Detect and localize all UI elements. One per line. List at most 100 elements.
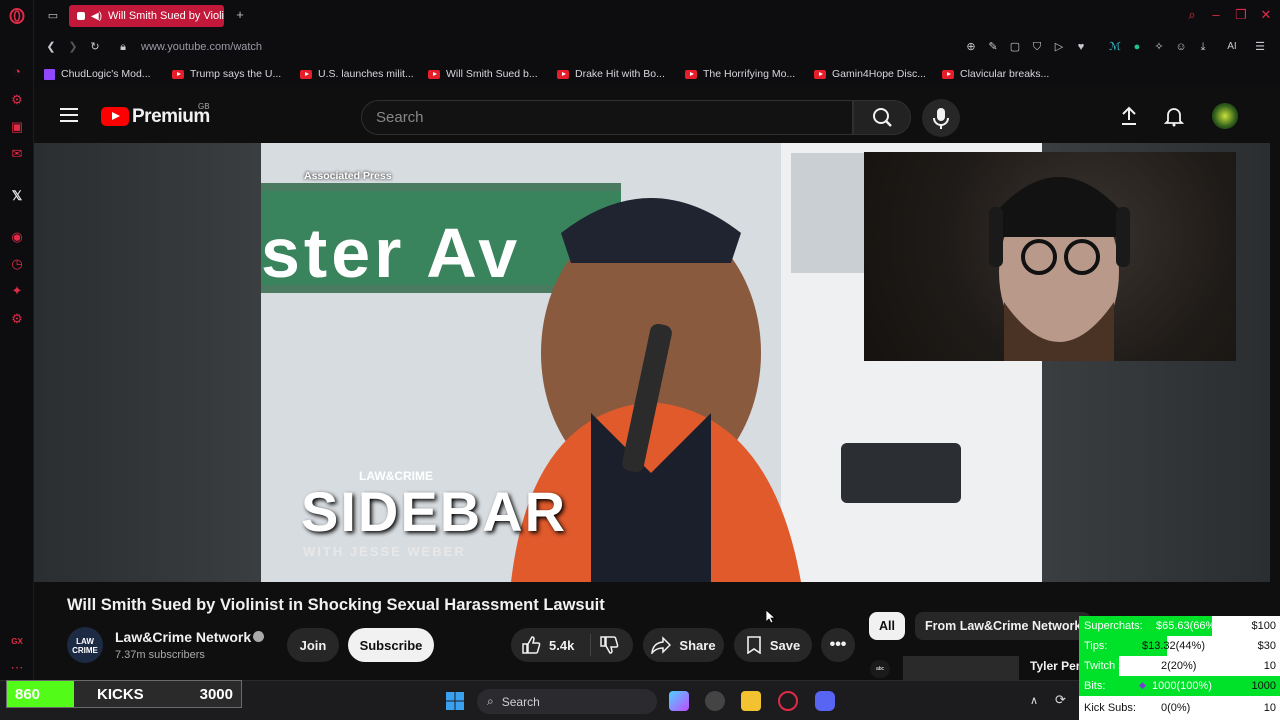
file-explorer-icon[interactable] xyxy=(741,691,761,711)
player-sidebar-icon[interactable]: ◉ xyxy=(9,229,25,245)
gx-control-icon[interactable]: ⚙ xyxy=(9,92,25,108)
tray-chevron-icon[interactable]: ∧ xyxy=(1030,694,1038,707)
bookmark-item[interactable]: ChudLogic's Mod... xyxy=(44,68,151,80)
discord-icon[interactable] xyxy=(815,691,835,711)
stat-label: Bits: xyxy=(1084,680,1106,692)
speaker-icon[interactable]: ◀) xyxy=(91,11,102,22)
bookmark-label: U.S. launches milit... xyxy=(318,68,414,80)
subscribe-button[interactable]: Subscribe xyxy=(348,628,434,662)
x-twitter-icon[interactable]: 𝕏 xyxy=(9,188,25,204)
ai-button[interactable]: AI xyxy=(1220,40,1244,54)
zoom-icon[interactable]: ⊕ xyxy=(964,40,978,54)
chip-all[interactable]: All xyxy=(869,612,905,640)
stat-goal: $100 xyxy=(1251,620,1276,632)
restore-icon[interactable]: ❐ xyxy=(1234,8,1248,22)
opera-sidebar: ◔ ⚙ ▣ ✉ 𝕏 ◉ ◷ ✦ ⚙ GX ⋯ xyxy=(0,0,34,720)
stat-value: 1000(100%) xyxy=(1152,680,1212,692)
youtube-logo-icon[interactable] xyxy=(101,107,129,126)
stat-label: Twitch Subs: xyxy=(1084,660,1147,672)
tray-sync-icon[interactable]: ⟳ xyxy=(1055,692,1066,708)
like-button[interactable]: 5.4k xyxy=(521,635,574,655)
bookmark-item[interactable]: Trump says the U... xyxy=(172,68,281,80)
channel-avatar[interactable]: LAW CRIME xyxy=(67,627,103,663)
avatar[interactable] xyxy=(1212,103,1238,129)
stat-label: Tips: xyxy=(1084,640,1108,652)
tab-menu-icon[interactable]: ▭ xyxy=(46,9,60,23)
windows-start-icon[interactable] xyxy=(445,691,465,711)
lock-icon[interactable]: 🔒︎ xyxy=(116,40,130,54)
chip-from-channel[interactable]: From Law&Crime Network xyxy=(915,612,1092,640)
more-icon[interactable]: ⋯ xyxy=(9,660,25,676)
bookmark-item[interactable]: Clavicular breaks... xyxy=(942,68,1049,80)
history-icon[interactable]: ◷ xyxy=(9,256,25,272)
mouse-cursor-icon xyxy=(765,609,777,624)
recommended-title[interactable]: Tyler Per xyxy=(1030,659,1080,673)
copilot-icon[interactable] xyxy=(669,691,689,711)
taskbar-search[interactable]: ⌕ Search xyxy=(477,689,657,714)
puzzle-icon[interactable]: ✧ xyxy=(1152,40,1166,54)
twitch-icon xyxy=(44,68,55,80)
speed-dial-icon[interactable]: ◔ xyxy=(9,64,25,80)
opera-gx-taskbar-icon[interactable] xyxy=(778,691,798,711)
snapshot-icon[interactable]: ▢ xyxy=(1008,40,1022,54)
search-button[interactable] xyxy=(853,100,911,135)
pin-icon[interactable]: ✎ xyxy=(986,40,1000,54)
back-icon[interactable]: ❮ xyxy=(44,40,58,54)
recommended-thumbnail[interactable] xyxy=(903,656,1019,680)
stat-value: $65.63(66%) xyxy=(1156,620,1219,632)
chip-label: All xyxy=(879,619,895,633)
share-button[interactable]: Share xyxy=(643,628,724,662)
bookmark-item[interactable]: Drake Hit with Bo... xyxy=(557,68,665,80)
dislike-button[interactable] xyxy=(599,635,619,655)
stream-goals-overlay: Superchats: $65.63(66%) $100 Tips: $13.3… xyxy=(1079,616,1280,720)
voice-search-button[interactable] xyxy=(922,99,960,137)
join-button[interactable]: Join xyxy=(287,628,339,662)
bookmark-label: Drake Hit with Bo... xyxy=(575,68,665,80)
url-field[interactable]: www.youtube.com/watch xyxy=(141,41,262,53)
tab-search-icon[interactable]: ⌕ xyxy=(1185,8,1199,22)
bookmark-item[interactable]: The Horrifying Mo... xyxy=(685,68,795,80)
minimize-icon[interactable]: – xyxy=(1209,8,1223,22)
bookmark-item[interactable]: Will Smith Sued b... xyxy=(428,68,538,80)
close-icon[interactable]: ✕ xyxy=(1259,8,1273,22)
translate-icon[interactable]: ℳ xyxy=(1108,40,1122,54)
bookmark-item[interactable]: Gamin4Hope Disc... xyxy=(814,68,926,80)
more-actions-button[interactable]: ••• xyxy=(821,628,855,662)
grammar-icon[interactable]: ● xyxy=(1130,40,1144,54)
thumbs-up-icon xyxy=(522,636,541,654)
bookmark-item[interactable]: U.S. launches milit... xyxy=(300,68,414,80)
create-upload-icon[interactable] xyxy=(1118,105,1140,127)
bookmark-save-icon xyxy=(747,636,761,654)
subscribe-label: Subscribe xyxy=(359,637,423,653)
settings-icon[interactable]: ⚙ xyxy=(9,311,25,327)
messenger-sidebar-icon[interactable]: ✉ xyxy=(9,146,25,162)
notifications-bell-icon[interactable] xyxy=(1163,105,1185,127)
save-button[interactable]: Save xyxy=(734,628,812,662)
forward-icon[interactable]: ❯ xyxy=(66,40,80,54)
reload-icon[interactable]: ↻ xyxy=(88,40,102,54)
easy-setup-icon[interactable]: ☰ xyxy=(1253,40,1267,54)
extensions-sidebar-icon[interactable]: ✦ xyxy=(9,283,25,299)
hamburger-menu-icon[interactable] xyxy=(60,107,78,123)
shield-icon[interactable]: ⛉ xyxy=(1030,40,1044,54)
source-credit: Associated Press xyxy=(304,170,392,182)
download-icon[interactable]: ⤓ xyxy=(1196,40,1210,54)
video-ambient-left xyxy=(34,143,261,582)
stat-value: 0(0%) xyxy=(1161,702,1191,714)
profile-icon[interactable]: ☺ xyxy=(1174,40,1188,54)
new-tab-icon[interactable]: + xyxy=(233,8,247,22)
stat-value: $13.32(44%) xyxy=(1142,640,1205,652)
search-input[interactable]: Search xyxy=(361,100,853,135)
send-icon[interactable]: ▷ xyxy=(1052,40,1066,54)
twitch-sidebar-icon[interactable]: ▣ xyxy=(9,119,25,135)
app-icon[interactable] xyxy=(705,691,725,711)
opera-logo-icon[interactable] xyxy=(9,8,25,24)
kicks-goal: 3000 xyxy=(199,686,233,703)
more-horizontal-icon: ••• xyxy=(829,636,847,653)
tab-active[interactable]: ◀) Will Smith Sued by Violi xyxy=(69,5,224,27)
search-icon xyxy=(873,108,892,127)
heart-icon[interactable]: ♥ xyxy=(1074,40,1088,54)
channel-name[interactable]: Law&Crime Network xyxy=(115,629,251,645)
like-count: 5.4k xyxy=(549,637,575,653)
bookmark-label: ChudLogic's Mod... xyxy=(61,68,151,80)
